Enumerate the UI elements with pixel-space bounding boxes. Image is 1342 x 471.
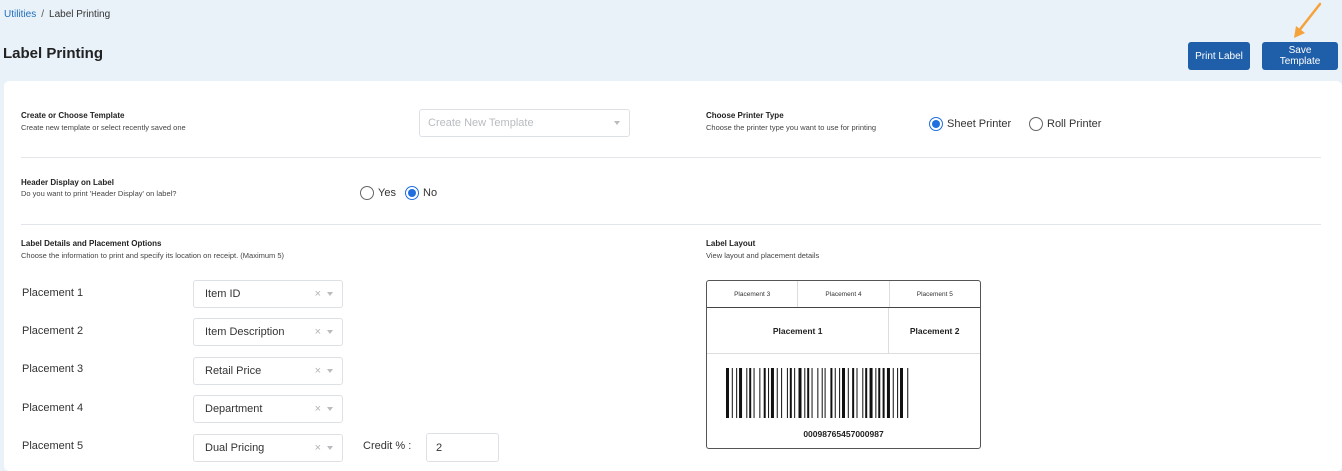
header-no-option[interactable]: No (405, 186, 437, 200)
placement-5-label: Placement 5 (22, 440, 84, 452)
section-divider (21, 224, 1321, 225)
pointer-arrow-icon (1294, 2, 1322, 38)
template-select-placeholder: Create New Template (428, 117, 534, 129)
placement-1-label: Placement 1 (22, 287, 84, 299)
template-section-subtitle: Create new template or select recently s… (21, 123, 186, 132)
header-display-title: Header Display on Label (21, 178, 114, 187)
sheet-printer-label: Sheet Printer (947, 118, 1012, 130)
printer-section-title: Choose Printer Type (706, 111, 784, 120)
placement-5-select[interactable]: Dual Pricing × (193, 434, 343, 462)
radio-selected-icon[interactable] (929, 117, 943, 131)
placement-2-value: Item Description (205, 326, 285, 338)
layout-placement-5: Placement 5 (916, 290, 953, 298)
placement-3-value: Retail Price (205, 365, 262, 377)
radio-unselected-icon[interactable] (1029, 117, 1043, 131)
clear-icon[interactable]: × (315, 365, 321, 377)
clear-icon[interactable]: × (315, 403, 321, 415)
printer-section-subtitle: Choose the printer type you want to use … (706, 123, 877, 132)
barcode-image (726, 368, 909, 418)
header-display-subtitle: Do you want to print 'Header Display' on… (21, 189, 177, 198)
save-template-button[interactable]: Save Template (1262, 42, 1338, 70)
label-layout-preview: Placement 3 Placement 4 Placement 5 Plac… (706, 280, 981, 449)
layout-placement-4: Placement 4 (798, 281, 890, 307)
placement-2-label: Placement 2 (22, 325, 84, 337)
layout-section-subtitle: View layout and placement details (706, 251, 820, 260)
header-yes-option[interactable]: Yes (360, 186, 396, 200)
radio-unselected-icon[interactable] (360, 186, 374, 200)
placement-4-value: Department (205, 403, 263, 415)
placement-1-select[interactable]: Item ID × (193, 280, 343, 308)
layout-middle-row: Placement 1 Placement 2 (707, 308, 980, 354)
layout-placement-1: Placement 1 (707, 308, 890, 353)
section-divider (21, 157, 1321, 158)
page-title: Label Printing (3, 45, 104, 62)
sheet-printer-option[interactable]: Sheet Printer (929, 117, 1011, 131)
header-no-label: No (423, 187, 438, 199)
clear-icon[interactable]: × (315, 326, 321, 338)
breadcrumb-utilities-link[interactable]: Utilities (4, 9, 36, 20)
breadcrumb-separator: / (41, 9, 45, 20)
credit-percent-input[interactable]: 2 (426, 433, 499, 462)
header-yes-label: Yes (378, 187, 396, 199)
barcode-number: 00098765457000987 (803, 429, 884, 439)
chevron-down-icon (327, 369, 333, 373)
template-section-title: Create or Choose Template (21, 111, 125, 120)
chevron-down-icon (327, 330, 333, 334)
breadcrumb: Utilities / Label Printing (4, 9, 110, 20)
chevron-down-icon (327, 292, 333, 296)
placement-5-value: Dual Pricing (205, 442, 265, 454)
breadcrumb-current: Label Printing (49, 9, 111, 20)
chevron-down-icon (327, 407, 333, 411)
layout-section-title: Label Layout (706, 239, 756, 248)
layout-placement-3: Placement 3 (707, 281, 799, 307)
label-printing-card: Create or Choose Template Create new tem… (4, 81, 1342, 471)
chevron-down-icon (327, 446, 333, 450)
print-label-button[interactable]: Print Label (1188, 42, 1250, 70)
clear-icon[interactable]: × (315, 288, 321, 300)
radio-selected-icon[interactable] (405, 186, 419, 200)
placement-2-select[interactable]: Item Description × (193, 318, 343, 346)
placement-3-select[interactable]: Retail Price × (193, 357, 343, 385)
details-section-title: Label Details and Placement Options (21, 239, 162, 248)
placement-3-label: Placement 3 (22, 363, 84, 375)
placement-4-label: Placement 4 (22, 402, 84, 414)
credit-percent-label: Credit % : (363, 440, 412, 452)
roll-printer-label: Roll Printer (1047, 118, 1102, 130)
roll-printer-option[interactable]: Roll Printer (1029, 117, 1101, 131)
layout-placement-2: Placement 2 (909, 325, 960, 336)
template-select[interactable]: Create New Template (419, 109, 630, 137)
placement-4-select[interactable]: Department × (193, 395, 343, 423)
details-section-subtitle: Choose the information to print and spec… (21, 251, 285, 260)
placement-1-value: Item ID (205, 288, 241, 300)
clear-icon[interactable]: × (315, 442, 321, 454)
layout-top-row: Placement 3 Placement 4 Placement 5 (707, 281, 980, 308)
chevron-down-icon (614, 121, 620, 125)
